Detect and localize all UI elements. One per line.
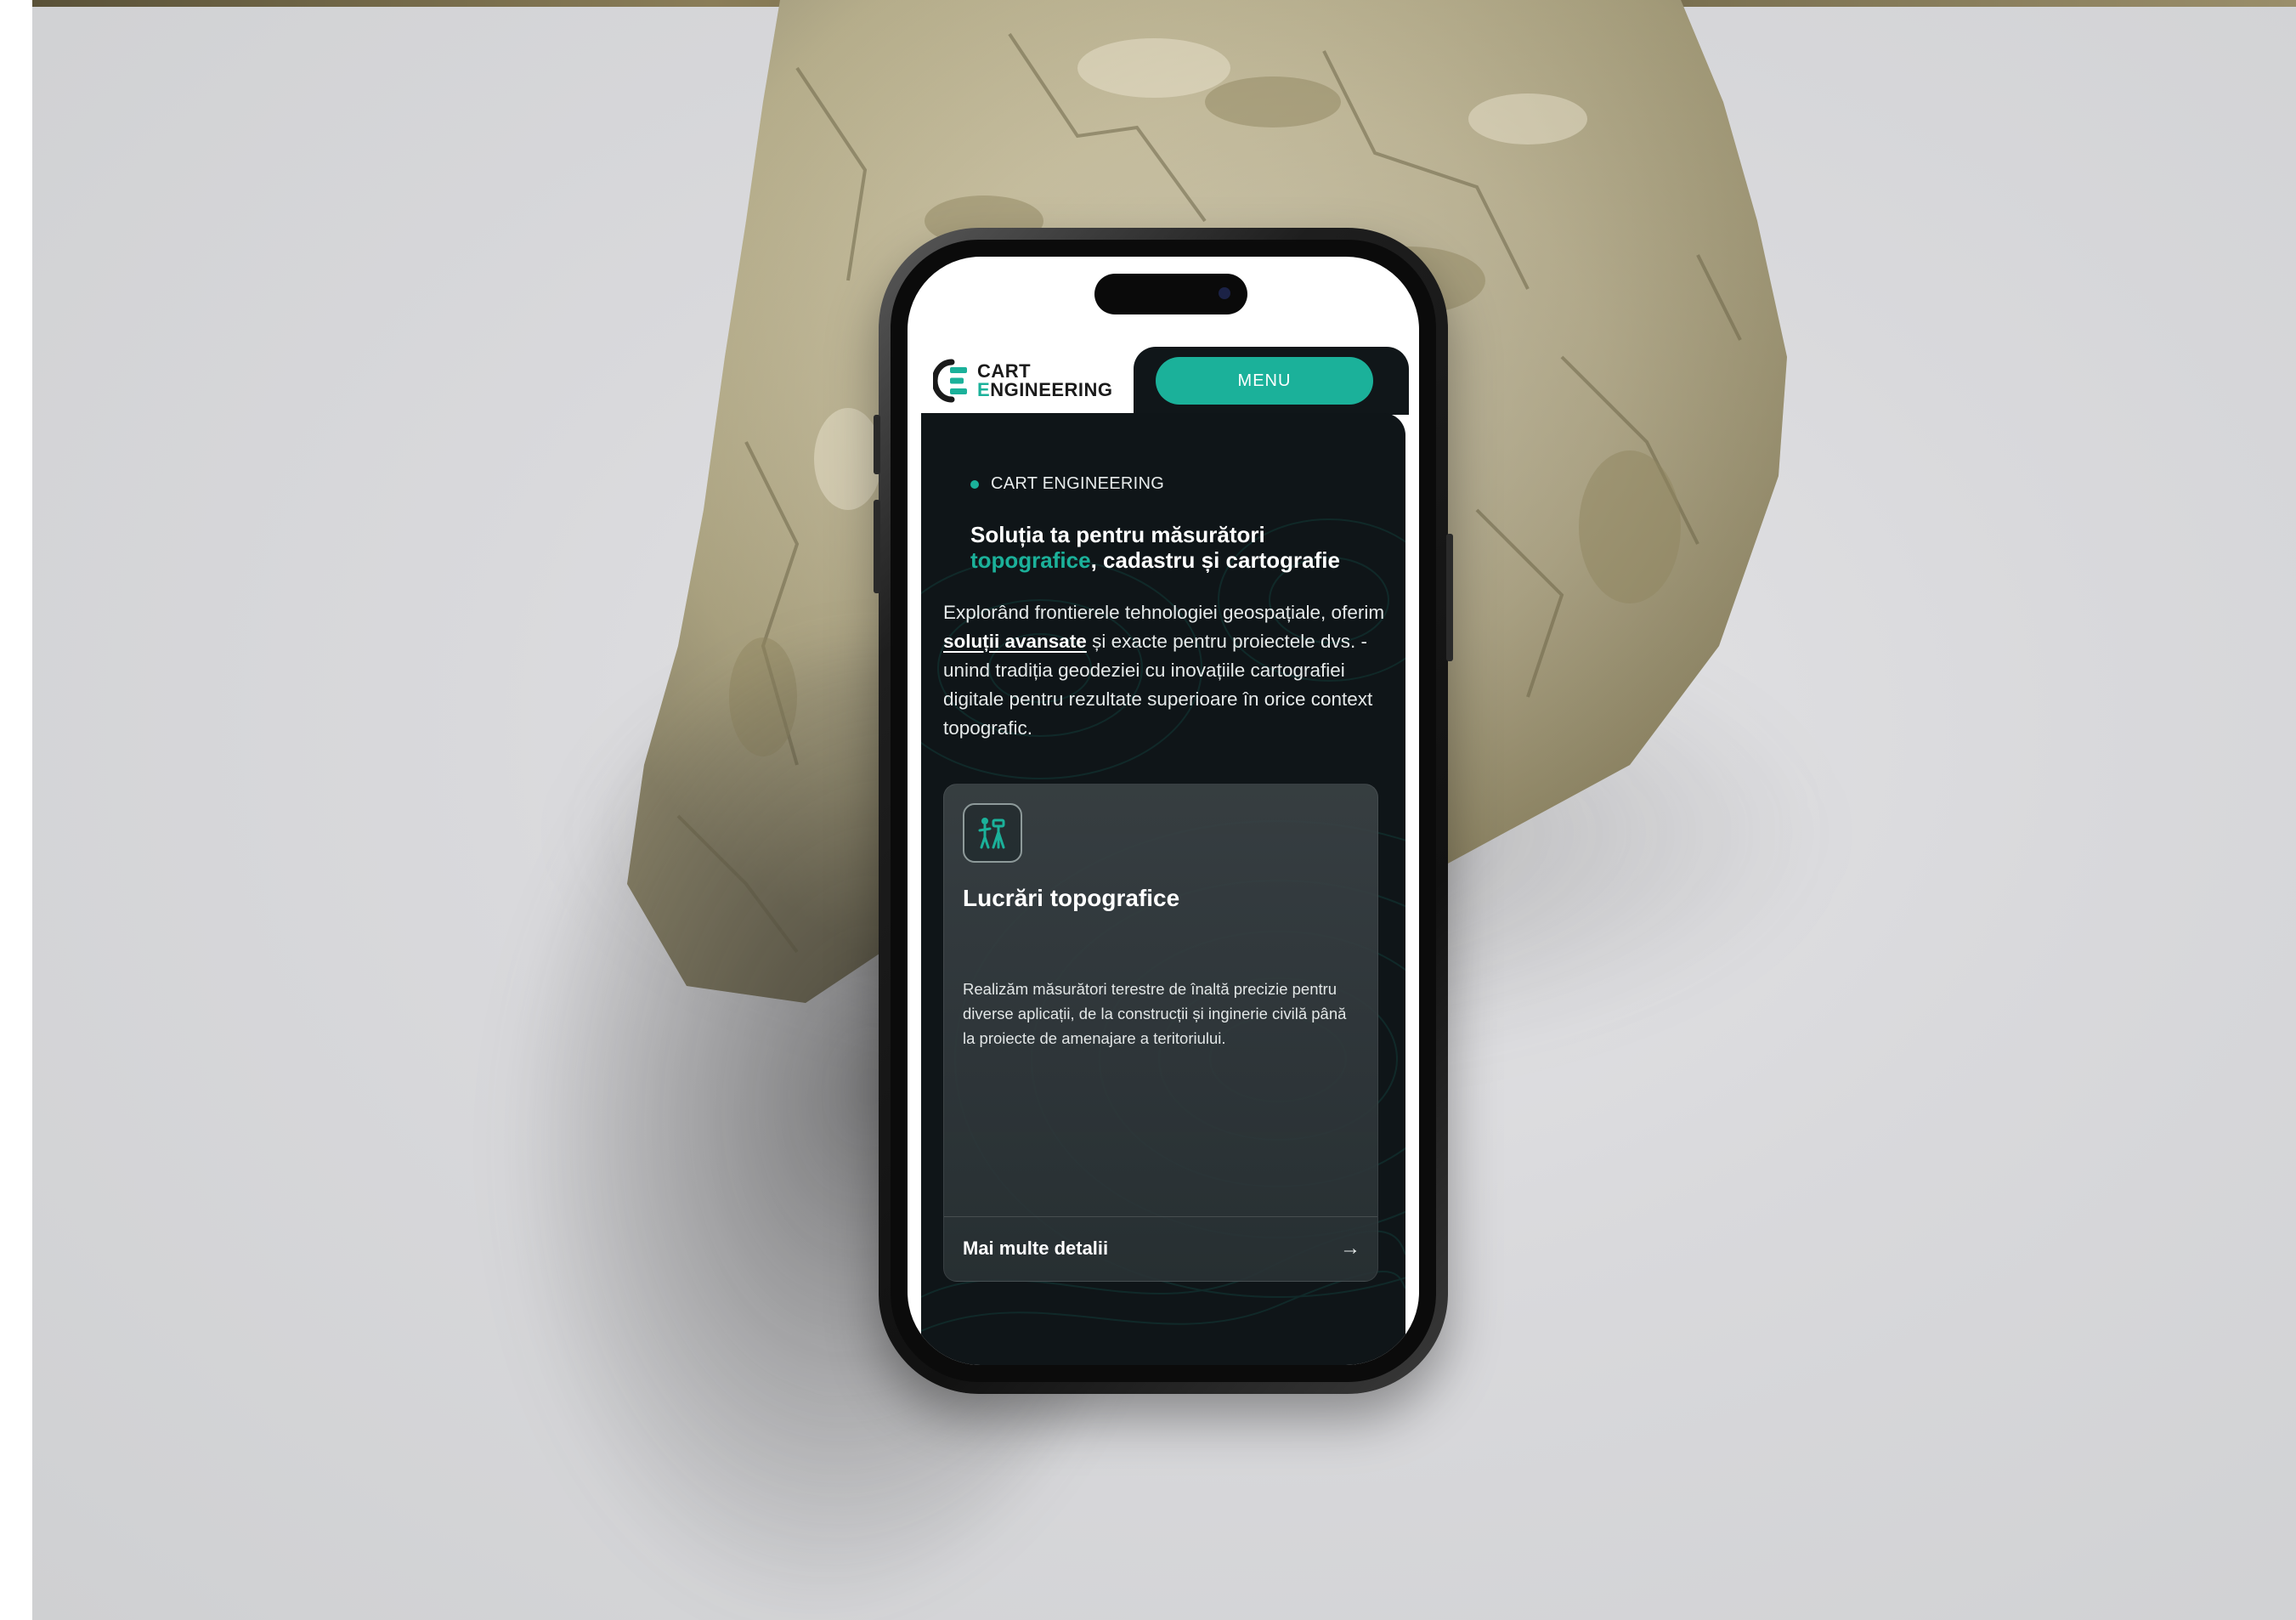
- brand-line-2-initial: E: [977, 379, 991, 400]
- hero-section: CART ENGINEERING Soluția ta pentru măsur…: [921, 413, 1405, 1365]
- service-card[interactable]: Lucrări topografice Realizăm măsurători …: [943, 784, 1378, 1282]
- brand-logo[interactable]: CART ENGINEERING: [933, 359, 1113, 403]
- surveyor-tripod-icon-graphic: [978, 818, 1005, 849]
- menu-button[interactable]: MENU: [1156, 357, 1373, 405]
- intro-emphasis-link[interactable]: soluții avansate: [943, 631, 1087, 652]
- headline-part-2: , cadastru și cartografie: [1090, 547, 1340, 573]
- hero-intro-paragraph: Explorând frontierele tehnologiei geospa…: [943, 598, 1390, 743]
- dynamic-island: [1094, 274, 1247, 314]
- phone-frame: CART ENGINEERING MENU CART ENGINEERING S…: [874, 228, 1453, 1394]
- camera-icon: [1219, 287, 1230, 299]
- headline-highlight: topografice: [970, 547, 1091, 573]
- more-details-link[interactable]: Mai multe detalii →: [963, 1232, 1360, 1266]
- card-divider: [944, 1216, 1377, 1217]
- cart-engineering-logo-icon: [933, 359, 967, 403]
- brand-line-2-rest: NGINEERING: [990, 379, 1113, 400]
- eyebrow-label: CART ENGINEERING: [970, 474, 1164, 494]
- phone-screen: CART ENGINEERING MENU CART ENGINEERING S…: [908, 257, 1419, 1365]
- brand-name: CART ENGINEERING: [977, 362, 1113, 399]
- surveyor-tripod-icon: [963, 803, 1022, 863]
- site-header: CART ENGINEERING MENU: [908, 316, 1419, 415]
- arrow-right-icon: →: [1340, 1237, 1360, 1260]
- hero-headline: Soluția ta pentru măsurători topografice,…: [970, 522, 1378, 573]
- phone-volume-button: [874, 500, 880, 593]
- brand-line-2: ENGINEERING: [977, 381, 1113, 399]
- eyebrow-text: CART ENGINEERING: [991, 474, 1165, 493]
- headline-part-1: Soluția ta pentru măsurători: [970, 522, 1265, 547]
- phone-side-button: [874, 415, 880, 474]
- phone-power-button: [1446, 534, 1453, 661]
- more-details-label: Mai multe detalii: [963, 1238, 1109, 1259]
- intro-part-1: Explorând frontierele tehnologiei geospa…: [943, 602, 1385, 623]
- service-card-title: Lucrări topografice: [963, 885, 1180, 911]
- service-card-description: Realizăm măsurători terestre de înaltă p…: [963, 980, 1347, 1047]
- brand-line-1: CART: [977, 360, 1032, 382]
- eyebrow-dot-icon: [970, 479, 979, 489]
